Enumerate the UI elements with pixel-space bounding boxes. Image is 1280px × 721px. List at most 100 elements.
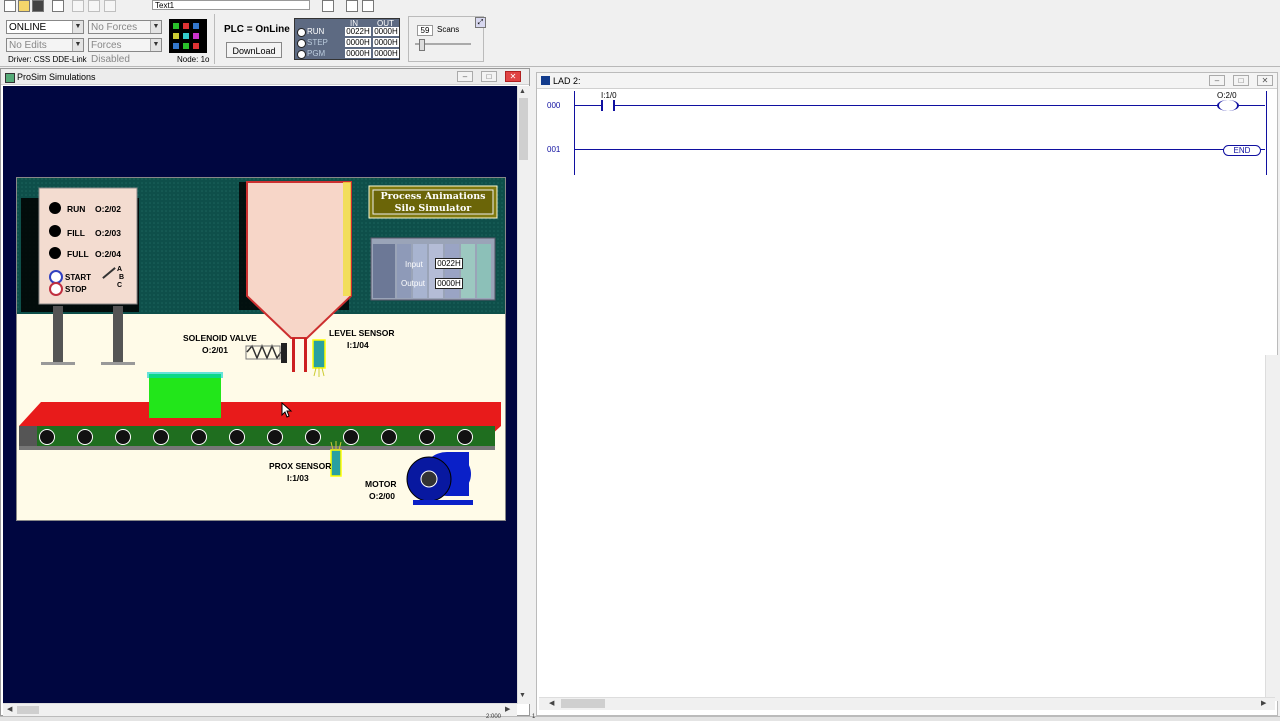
- in-value-run: 0022H: [345, 27, 371, 36]
- close-icon[interactable]: ✕: [505, 71, 521, 82]
- close-icon[interactable]: ✕: [1257, 75, 1273, 86]
- banner-line1: Process Animations: [380, 191, 486, 202]
- mode-row-pgm: PGM 0000H 0000H: [295, 49, 399, 60]
- ladder-horizontal-scrollbar[interactable]: ◀ ▶: [539, 697, 1275, 710]
- scroll-left-icon[interactable]: ◀: [7, 705, 12, 713]
- rung-number-001: 001: [547, 145, 561, 154]
- run-addr: O:2/02: [95, 204, 121, 214]
- selector-a: A: [117, 266, 123, 273]
- mode-select[interactable]: ONLINE ▼: [6, 20, 84, 34]
- roller: [457, 429, 473, 445]
- text-field[interactable]: Text1: [152, 0, 310, 10]
- contact-address: I:1/0: [601, 91, 617, 100]
- plc-control-panel: ONLINE ▼ No Forces ▼ No Edits ▼ Forces Disa…: [0, 12, 1280, 67]
- level-sensor-label: LEVEL SENSOR: [329, 328, 395, 338]
- out-value-step: 0000H: [373, 38, 399, 47]
- scans-label: Scans: [437, 25, 460, 34]
- motor-label: MOTOR: [365, 479, 397, 489]
- plc-status: PLC = OnLine: [224, 24, 290, 35]
- end-instruction[interactable]: END: [1223, 145, 1261, 156]
- mode-label-step: STEP: [307, 38, 328, 47]
- roller: [381, 429, 397, 445]
- tools-icon[interactable]: [322, 0, 334, 12]
- conveyor-rollers: [39, 429, 479, 445]
- mode-select-value: ONLINE: [9, 22, 47, 33]
- selector-b: B: [119, 274, 125, 281]
- top-toolbar: Text1: [0, 0, 1280, 12]
- output-coil[interactable]: [1217, 100, 1239, 111]
- input-value: 0022H: [435, 258, 463, 269]
- mode-label-pgm: PGM: [307, 49, 326, 58]
- edits-select[interactable]: No Edits ▼: [6, 38, 84, 52]
- roller: [419, 429, 435, 445]
- node-label: Node: 1o: [177, 55, 210, 64]
- out-value-pgm: 0000H: [373, 49, 399, 58]
- full-label: FULL: [67, 249, 89, 259]
- ladder-titlebar: LAD 2: – □ ✕: [537, 73, 1277, 89]
- minimize-icon[interactable]: –: [457, 71, 473, 82]
- silo-simulation-scene: RUN O:2/02 FILL O:2/03 FULL O:2/04 START…: [16, 177, 506, 521]
- xic-contact[interactable]: [601, 100, 615, 111]
- print-icon[interactable]: [52, 0, 64, 12]
- stop-button[interactable]: [49, 282, 63, 296]
- fill-addr: O:2/03: [95, 228, 121, 238]
- scroll-right-icon[interactable]: ▶: [505, 705, 510, 713]
- vertical-scrollbar[interactable]: ▲ ▼: [517, 86, 530, 704]
- input-label: Input: [405, 260, 423, 269]
- rung-wire-000[interactable]: [575, 105, 1265, 106]
- cut-icon[interactable]: [72, 0, 84, 12]
- mode-row-step: STEP 0000H 0000H: [295, 38, 399, 49]
- banner-line2: Silo Simulator: [394, 203, 472, 214]
- maximize-icon[interactable]: □: [481, 71, 497, 82]
- forces-disabled-select[interactable]: Forces Disabled ▼: [88, 38, 162, 65]
- paste-icon[interactable]: [104, 0, 116, 12]
- prosim-window: ProSim Simulations – □ ✕ ▲ ▼ ◀ ▶ RUN O:2…: [0, 68, 530, 716]
- scroll-left-icon[interactable]: ◀: [549, 699, 554, 707]
- radio-step[interactable]: [297, 39, 306, 48]
- restore-icon[interactable]: ⤢: [475, 17, 486, 28]
- ladder-vertical-scrollbar[interactable]: [1265, 355, 1278, 701]
- horizontal-scroll-thumb[interactable]: [17, 706, 39, 714]
- fill-label: FILL: [67, 228, 85, 238]
- roller: [191, 429, 207, 445]
- selector-c: C: [117, 282, 123, 289]
- motor-addr: O:2/00: [369, 491, 395, 501]
- mode-row-run: RUN 0022H 0000H: [295, 27, 399, 38]
- zoom-out-icon[interactable]: [362, 0, 374, 12]
- download-button[interactable]: DownLoad: [226, 42, 282, 58]
- mouse-cursor-icon: [281, 402, 293, 418]
- output-label: Output: [401, 279, 426, 288]
- new-file-icon[interactable]: [4, 0, 16, 12]
- open-folder-icon[interactable]: [18, 0, 30, 12]
- save-icon[interactable]: [32, 0, 44, 12]
- radio-pgm[interactable]: [297, 50, 306, 59]
- prox-sensor-label: PROX SENSOR: [269, 461, 332, 471]
- rung-number-000: 000: [547, 101, 561, 110]
- copy-icon[interactable]: [88, 0, 100, 12]
- minimize-icon[interactable]: –: [1209, 75, 1225, 86]
- zoom-in-icon[interactable]: [346, 0, 358, 12]
- scans-slider-handle[interactable]: [419, 39, 425, 51]
- plc-logo-icon: [169, 19, 207, 53]
- stop-label: STOP: [65, 285, 87, 294]
- roller: [39, 429, 55, 445]
- prox-sensor-addr: I:1/03: [287, 473, 309, 483]
- left-power-rail: [574, 91, 575, 175]
- rung-wire-001[interactable]: [575, 149, 1265, 150]
- ladder-horizontal-thumb[interactable]: [561, 699, 605, 708]
- scroll-up-icon[interactable]: ▲: [519, 88, 526, 95]
- level-sensor-addr: I:1/04: [347, 340, 369, 350]
- scroll-down-icon[interactable]: ▼: [519, 692, 526, 699]
- ladder-app-icon: [541, 76, 550, 85]
- mode-io-grid: IN OUT RUN 0022H 0000H STEP 0000H 0000H …: [294, 18, 400, 60]
- roller: [153, 429, 169, 445]
- horizontal-scrollbar[interactable]: ◀ ▶: [3, 703, 517, 716]
- vertical-scroll-thumb[interactable]: [519, 98, 528, 160]
- radio-run[interactable]: [297, 28, 306, 37]
- scene-graphics: [17, 178, 505, 505]
- panel-divider: [214, 14, 215, 64]
- scroll-right-icon[interactable]: ▶: [1261, 699, 1266, 707]
- maximize-icon[interactable]: □: [1233, 75, 1249, 86]
- forces-select[interactable]: No Forces ▼: [88, 20, 162, 34]
- status-coord: 2:000: [486, 714, 502, 720]
